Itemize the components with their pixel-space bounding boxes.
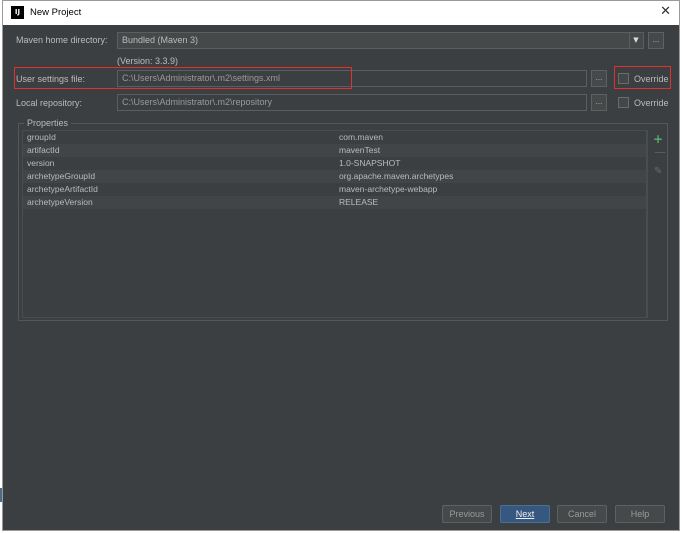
property-key: archetypeVersion (27, 197, 93, 207)
local-repo-label: Local repository: (16, 98, 83, 108)
intellij-app-icon: IJ (11, 6, 24, 19)
property-value: 1.0-SNAPSHOT (339, 158, 401, 168)
maven-version-text: (Version: 3.3.9) (117, 56, 179, 66)
close-icon[interactable]: ✕ (660, 4, 671, 19)
local-repo-value: C:\Users\Administrator\.m2\repository (122, 97, 273, 107)
property-key: groupId (27, 132, 56, 142)
table-row[interactable]: groupId com.maven (23, 131, 646, 144)
local-repo-field[interactable]: C:\Users\Administrator\.m2\repository (117, 94, 587, 111)
maven-home-combo[interactable]: Bundled (Maven 3) (117, 32, 644, 49)
property-value: maven-archetype-webapp (339, 184, 438, 194)
highlight-box-user-settings (14, 67, 352, 89)
table-row[interactable]: archetypeArtifactId maven-archetype-weba… (23, 183, 646, 196)
property-value: com.maven (339, 132, 383, 142)
property-key: artifactId (27, 145, 60, 155)
property-key: archetypeArtifactId (27, 184, 98, 194)
add-icon[interactable]: + (653, 132, 663, 146)
properties-table[interactable]: groupId com.maven artifactId mavenTest v… (22, 130, 647, 318)
previous-button[interactable]: Previous (442, 505, 492, 523)
highlight-box-override (614, 66, 671, 89)
table-row[interactable]: version 1.0-SNAPSHOT (23, 157, 646, 170)
help-button[interactable]: Help (615, 505, 665, 523)
property-value: mavenTest (339, 145, 381, 155)
maven-home-value: Bundled (Maven 3) (122, 35, 199, 45)
property-value: RELEASE (339, 197, 379, 207)
checkbox-box[interactable] (618, 97, 629, 108)
new-project-dialog: IJ New Project ✕ Maven home directory: B… (2, 0, 680, 531)
title-bar: IJ New Project ✕ (3, 1, 679, 25)
next-label: Next (515, 509, 535, 519)
properties-legend: Properties (24, 118, 72, 128)
property-value: org.apache.maven.archetypes (339, 171, 454, 181)
table-row[interactable]: artifactId mavenTest (23, 144, 646, 157)
properties-toolbar: + — ✎ (647, 130, 666, 318)
maven-home-browse-button[interactable]: ... (648, 32, 664, 49)
chevron-down-icon[interactable]: ▼ (629, 33, 642, 48)
table-row[interactable]: archetypeGroupId org.apache.maven.archet… (23, 170, 646, 183)
property-key: version (27, 158, 55, 168)
user-settings-browse-button[interactable]: ... (591, 70, 607, 87)
next-button[interactable]: Next (500, 505, 550, 523)
property-key: archetypeGroupId (27, 171, 96, 181)
override-label: Override (634, 97, 669, 108)
local-repo-override-checkbox[interactable]: Override (618, 97, 669, 108)
edit-icon: ✎ (654, 166, 663, 177)
maven-home-label: Maven home directory: (16, 35, 108, 45)
dialog-title: New Project (30, 7, 82, 18)
remove-icon: — (654, 145, 666, 159)
table-row[interactable]: archetypeVersion RELEASE (23, 196, 646, 209)
cancel-button[interactable]: Cancel (557, 505, 607, 523)
local-repo-browse-button[interactable]: ... (591, 94, 607, 111)
